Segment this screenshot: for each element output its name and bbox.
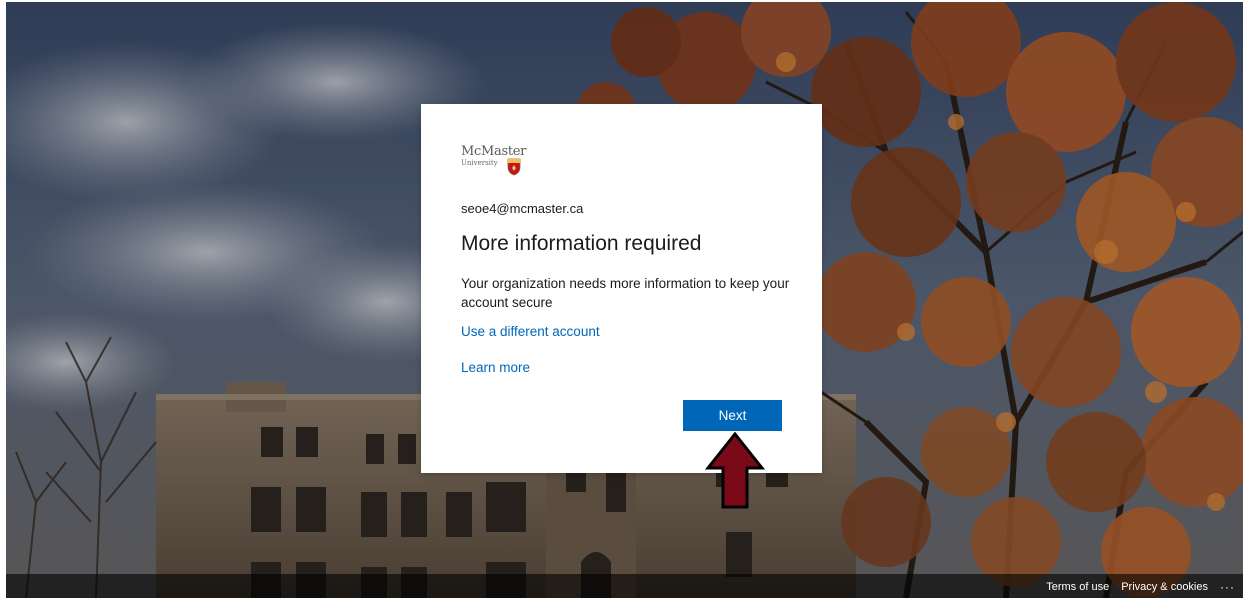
more-options-icon[interactable]: ··· xyxy=(1220,580,1235,594)
arrow-up-annotation xyxy=(705,432,765,509)
logo-subtext: University xyxy=(461,159,498,167)
next-button[interactable]: Next xyxy=(683,400,782,431)
use-different-account-link[interactable]: Use a different account xyxy=(461,324,600,339)
mcmaster-logo: McMaster University xyxy=(461,144,531,184)
terms-of-use-link[interactable]: Terms of use xyxy=(1046,581,1109,593)
sign-in-page: McMaster University seoe4@mcmaster.ca Mo… xyxy=(0,0,1243,598)
footer-bar: Terms of use Privacy & cookies ··· xyxy=(6,574,1243,598)
account-email: seoe4@mcmaster.ca xyxy=(461,201,584,216)
logo-wordmark: McMaster xyxy=(461,144,527,159)
privacy-cookies-link[interactable]: Privacy & cookies xyxy=(1121,581,1208,593)
info-description: Your organization needs more information… xyxy=(461,276,790,310)
page-title: More information required xyxy=(461,232,702,255)
sign-in-card: McMaster University seoe4@mcmaster.ca Mo… xyxy=(421,104,822,473)
footer-links: Terms of use Privacy & cookies ··· xyxy=(1046,580,1235,594)
learn-more-link[interactable]: Learn more xyxy=(461,360,530,375)
mcmaster-crest-icon xyxy=(507,158,521,176)
